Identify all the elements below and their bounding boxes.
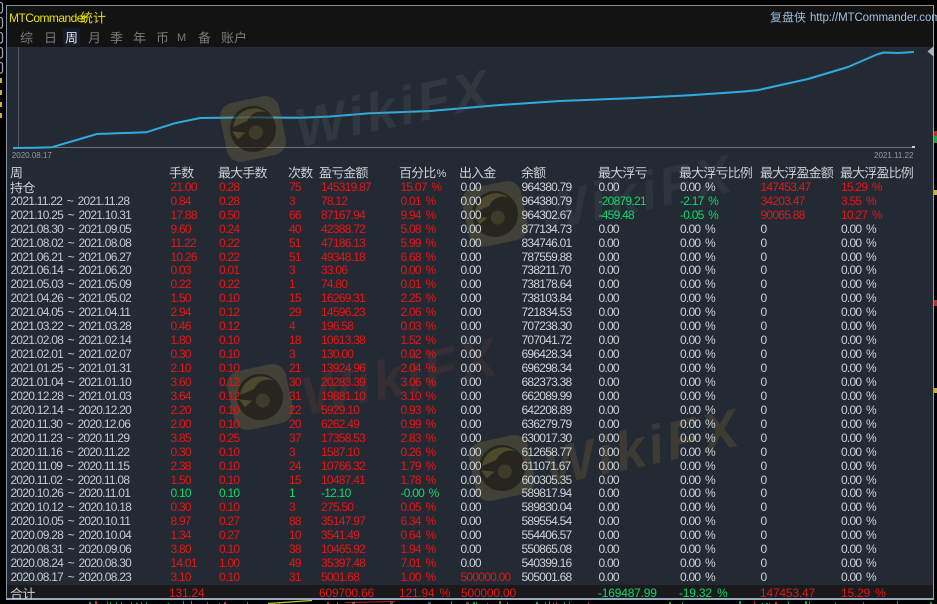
svg-text:WikiFX: WikiFX [289, 59, 498, 159]
